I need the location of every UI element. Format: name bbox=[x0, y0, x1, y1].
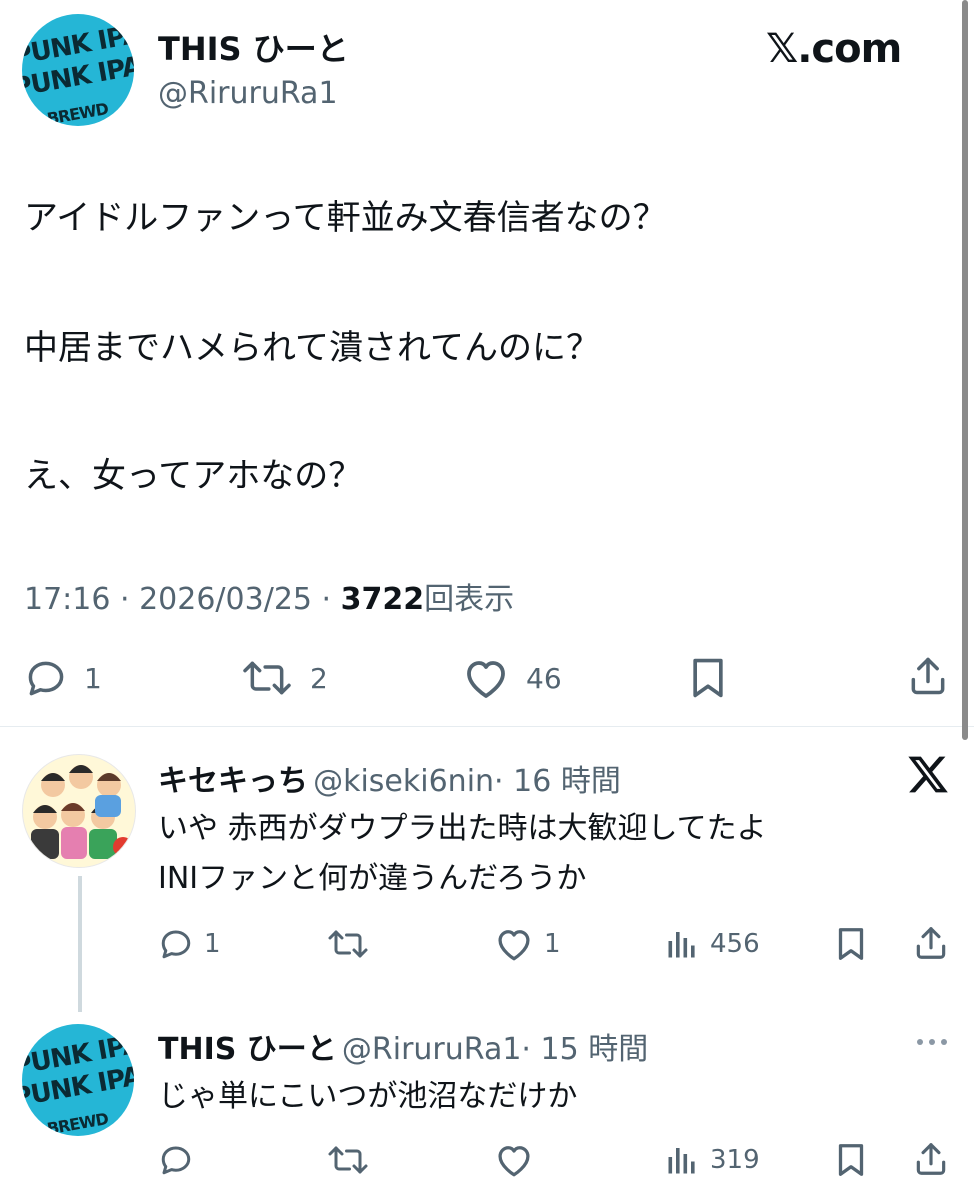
retweet-button[interactable] bbox=[326, 926, 370, 962]
cartoon-group-avatar-image bbox=[31, 765, 133, 859]
views-button[interactable]: 319 bbox=[664, 1142, 760, 1178]
like-count: 46 bbox=[526, 661, 562, 695]
x-com-logo: 𝕏.com bbox=[766, 26, 902, 72]
share-button[interactable] bbox=[912, 924, 950, 962]
bookmark-icon bbox=[693, 658, 723, 698]
meta-separator: · bbox=[110, 582, 140, 617]
tweet-text-line: え、女ってアホなの？ bbox=[24, 456, 363, 496]
like-icon bbox=[467, 661, 505, 698]
reply-avatar[interactable]: PUNK IPA PUNK IPA BREWD bbox=[22, 1024, 134, 1136]
views-icon bbox=[668, 1148, 695, 1174]
views-label: 回表示 bbox=[424, 582, 515, 617]
like-count: 1 bbox=[544, 929, 561, 959]
like-icon bbox=[498, 1146, 530, 1177]
bookmark-button[interactable] bbox=[834, 1142, 868, 1178]
bookmark-icon bbox=[838, 928, 864, 960]
retweet-icon bbox=[328, 930, 368, 958]
retweet-count: 2 bbox=[310, 661, 328, 695]
views-icon bbox=[668, 932, 695, 958]
reply-button[interactable]: 1 bbox=[24, 656, 102, 700]
share-icon bbox=[916, 927, 946, 959]
reply-text-line: INIファンと何が違うんだろうか bbox=[158, 861, 587, 896]
tweet-meta: 17:16 · 2026/03/25 · 3722回表示 bbox=[24, 574, 514, 618]
reply-text-line: いや 赤西がダウプラ出た時は大歓迎してたよ bbox=[158, 811, 767, 846]
more-icon[interactable] bbox=[914, 1030, 950, 1058]
views-count: 3722 bbox=[340, 582, 425, 617]
views-count: 319 bbox=[710, 1145, 760, 1175]
scrollbar[interactable] bbox=[962, 0, 968, 740]
thread-connector bbox=[78, 876, 82, 1012]
retweet-icon bbox=[243, 661, 291, 695]
bookmark-button[interactable] bbox=[834, 926, 868, 962]
reply-avatar[interactable] bbox=[22, 754, 136, 868]
reply-count: 1 bbox=[84, 661, 102, 695]
tweet-text-line: アイドルファンって軒並み文春信者なの？ bbox=[24, 198, 667, 238]
retweet-button[interactable]: 2 bbox=[240, 656, 328, 700]
retweet-button[interactable] bbox=[326, 1142, 370, 1178]
reply-icon bbox=[161, 930, 191, 959]
reply-author-handle[interactable]: @RiruruRa1 bbox=[342, 1032, 522, 1067]
reply-icon bbox=[28, 661, 64, 696]
x-logo-icon bbox=[906, 752, 950, 800]
reply-button[interactable]: 1 bbox=[158, 926, 221, 962]
bookmark-icon bbox=[838, 1144, 864, 1176]
bookmark-button[interactable] bbox=[688, 656, 728, 700]
tweet-date[interactable]: 2026/03/25 bbox=[139, 582, 312, 617]
reply-author-name[interactable]: THIS ひーと bbox=[158, 1032, 337, 1067]
like-icon bbox=[498, 930, 530, 961]
reply-icon bbox=[161, 1146, 191, 1175]
share-button[interactable] bbox=[906, 654, 950, 698]
views-count: 456 bbox=[710, 929, 760, 959]
reply-button[interactable] bbox=[158, 1142, 194, 1178]
author-handle[interactable]: @RiruruRa1 bbox=[158, 76, 338, 111]
reply-header: THIS ひーと @RiruruRa1· 15 時間 bbox=[158, 1024, 648, 1068]
views-button[interactable]: 456 bbox=[664, 926, 760, 962]
share-button[interactable] bbox=[912, 1140, 950, 1178]
share-icon bbox=[916, 1143, 946, 1175]
share-icon bbox=[911, 657, 945, 695]
reply-author-name[interactable]: キセキっち bbox=[158, 764, 308, 799]
author-display-name[interactable]: THIS ひーと bbox=[158, 24, 349, 70]
like-button[interactable]: 1 bbox=[494, 926, 561, 962]
reply-text-line: じゃ単にこいつが池沼なだけか bbox=[158, 1079, 578, 1114]
divider bbox=[0, 726, 974, 727]
like-button[interactable]: 46 bbox=[462, 656, 562, 700]
reply-time[interactable]: · 15 時間 bbox=[521, 1032, 648, 1067]
tweet-time[interactable]: 17:16 bbox=[24, 582, 110, 617]
reply-header: キセキっち @kiseki6nin· 16 時間 bbox=[158, 756, 621, 800]
retweet-icon bbox=[328, 1146, 368, 1174]
like-button[interactable] bbox=[494, 1142, 534, 1178]
reply-count: 1 bbox=[204, 929, 221, 959]
reply-time[interactable]: · 16 時間 bbox=[494, 764, 621, 799]
meta-separator: · bbox=[312, 582, 341, 617]
tweet-text-line: 中居までハメられて潰されてんのに？ bbox=[24, 328, 600, 368]
reply-author-handle[interactable]: @kiseki6nin bbox=[313, 764, 494, 799]
main-avatar[interactable]: PUNK IPA PUNK IPA BREWD bbox=[22, 14, 134, 126]
